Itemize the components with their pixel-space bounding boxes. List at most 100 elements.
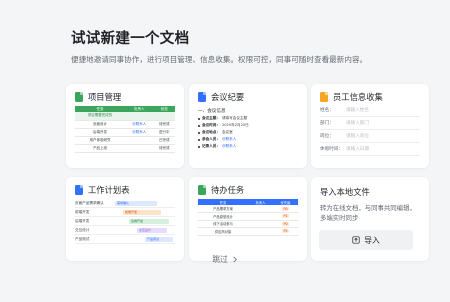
- form-field: 岗位： 请输入岗位: [320, 130, 420, 143]
- table-cell: 产品需求方案: [198, 205, 248, 213]
- table-cell: 待完成: [153, 120, 175, 129]
- table-cell: 后端开发: [75, 128, 125, 137]
- field-placeholder: 请输入部门: [346, 121, 369, 126]
- sheet-icon: [75, 185, 83, 195]
- priority-badge: P0: [281, 221, 290, 226]
- gantt-task: 交互设计: [75, 227, 90, 232]
- table-cell: @联系人: [125, 120, 154, 129]
- gantt-task: 前端开发: [75, 209, 90, 214]
- card-title: 工作计划表: [88, 185, 130, 195]
- chevron-right-icon: [233, 256, 237, 263]
- table-cell: [248, 212, 273, 221]
- import-card: 导入本地文件 转为在线文档，与同事共同编辑，多端实时同步 导入: [311, 177, 429, 261]
- template-card-project[interactable]: 项目管理 任务 负责人 状态 项目需要完成的 页面设计 @联系人 待完成 后端开…: [66, 84, 184, 168]
- card-preview: 页面产品需求确认 需求确认 前端开发 前端开发 后端开发 后端开发 交互设计 交互设计 …: [75, 199, 175, 261]
- gantt-row: 交互设计 交互设计: [75, 226, 175, 235]
- field-label: 部门：: [320, 121, 334, 126]
- gantt-task: 产品测试: [75, 236, 90, 241]
- import-button[interactable]: 导入: [319, 230, 413, 250]
- table-cell: [248, 227, 273, 236]
- form-field: 部门： 请输入部门: [320, 117, 420, 130]
- table-row: 后端开发 @联系人 进行中: [75, 128, 175, 137]
- field-placeholder: 请输入姓名: [346, 108, 369, 113]
- priority-badge: P2: [281, 229, 290, 234]
- gantt-bar: 产品测试: [145, 236, 173, 242]
- table-cell: 已完成: [153, 136, 175, 145]
- table-cell: 项目需要完成的: [75, 112, 125, 121]
- card-preview: 一、会议信息 会议主题： 请填写会议主题 会议时间： 2020年2月20日 会议地点…: [198, 106, 298, 168]
- field-placeholder: 请输入日期: [346, 147, 369, 152]
- gantt-task: 后端开发: [75, 218, 90, 223]
- table-cell: P0: [273, 205, 298, 213]
- doc-icon: [198, 92, 206, 102]
- table-cell: 供应商对接: [198, 227, 248, 236]
- gantt-bar: 交互设计: [137, 227, 167, 233]
- table-cell: 待完成: [153, 144, 175, 153]
- table-row: 供应商对接 P2: [198, 227, 298, 236]
- preview-line: 会议时间： 2020年2月20日: [198, 122, 298, 129]
- table-cell: 页面设计: [75, 120, 125, 129]
- template-card-plan[interactable]: 工作计划表 页面产品需求确认 需求确认 前端开发 前端开发 后端开发 后端开发 交互设…: [66, 177, 184, 261]
- skip-label: 跳过: [212, 255, 228, 264]
- table-row: 项目需要完成的: [75, 112, 175, 121]
- table-cell: @联系人: [125, 128, 154, 137]
- table-row: 页面设计 @联系人 待完成: [75, 120, 175, 129]
- table-cell: 用户体验研究: [75, 136, 125, 145]
- table-cell: P2: [273, 227, 298, 236]
- card-title: 导入本地文件: [320, 187, 370, 197]
- card-title: 项目管理: [88, 92, 122, 102]
- template-card-meeting[interactable]: 会议纪要 一、会议信息 会议主题： 请填写会议主题 会议时间： 2020年2月20日…: [189, 84, 307, 168]
- card-title: 员工信息收集: [333, 92, 383, 102]
- gantt-bar: 前端开发: [123, 209, 161, 215]
- field-label: 休假时间：: [320, 147, 343, 152]
- import-button-label: 导入: [364, 235, 380, 245]
- table-row: 产品上线 待完成: [75, 144, 175, 153]
- gantt-row: 产品测试 产品测试: [75, 235, 175, 244]
- gantt-row: 后端开发 后端开发: [75, 217, 175, 226]
- table-cell: [125, 136, 154, 145]
- template-card-todo[interactable]: 待办任务 任务 负责人 优先级 产品需求方案 P0 产品原型设计 P1 线下活动参与…: [189, 177, 307, 261]
- gantt-row: 页面产品需求确认 需求确认: [75, 199, 175, 208]
- field-placeholder: 请输入岗位: [346, 134, 369, 139]
- priority-badge: P1: [281, 214, 290, 219]
- preview-table: 任务 负责人 状态 项目需要完成的 页面设计 @联系人 待完成 后端开发 @联系…: [75, 106, 175, 153]
- sheet-icon: [198, 185, 206, 195]
- table-cell: 产品原型设计: [198, 212, 248, 221]
- preview-line: 参会人员： @联系人: [198, 136, 298, 143]
- table-cell: [153, 112, 175, 121]
- form-field: 休假时间： 请输入日期: [320, 143, 420, 156]
- card-preview: 姓名： 请输入姓名 部门： 请输入部门 岗位： 请输入岗位 休假时间： 请输入日期: [320, 104, 420, 168]
- preview-heading: 一、会议信息: [198, 108, 226, 114]
- preview-line: 记录人员： @联系人: [198, 143, 298, 150]
- table-cell: 产品上线: [75, 144, 125, 153]
- table-cell: 线下活动参与: [198, 220, 248, 228]
- table-cell: [125, 144, 154, 153]
- form-field: 姓名： 请输入姓名: [320, 104, 420, 117]
- card-title: 会议纪要: [211, 92, 245, 102]
- upload-icon: [352, 236, 360, 244]
- table-cell: P0: [273, 220, 298, 228]
- preview-line: 会议地点： 会议室: [198, 129, 298, 136]
- gantt-bar: 需求确认: [115, 200, 157, 206]
- table-cell: [125, 112, 154, 121]
- priority-badge: P0: [281, 206, 290, 211]
- table-cell: [248, 220, 273, 228]
- table-cell: [248, 205, 273, 213]
- table-row: 用户体验研究 已完成: [75, 136, 175, 145]
- preview-line: 会议主题： 请填写会议主题: [198, 115, 298, 122]
- page-subtitle: 便捷地邀请同事协作，进行项目管理、信息收集。权限可控，同事可随时查看最新内容。: [71, 55, 368, 64]
- preview-table: 任务 负责人 优先级 产品需求方案 P0 产品原型设计 P1 线下活动参与 P0 供应…: [198, 199, 298, 236]
- gantt-task: 页面产品需求确认: [75, 200, 104, 205]
- import-description: 转为在线文档，与同事共同编辑，多端实时同步: [320, 204, 416, 222]
- table-row: 线下活动参与 P0: [198, 220, 298, 228]
- form-icon: [320, 92, 328, 102]
- card-preview: 任务 负责人 优先级 产品需求方案 P0 产品原型设计 P1 线下活动参与 P0 供应…: [198, 199, 298, 261]
- sheet-icon: [75, 92, 83, 102]
- page-title: 试试新建一个文档: [71, 31, 190, 47]
- skip-link[interactable]: 跳过: [0, 254, 450, 265]
- table-cell: 进行中: [153, 128, 175, 137]
- card-preview: 任务 负责人 状态 项目需要完成的 页面设计 @联系人 待完成 后端开发 @联系…: [75, 106, 175, 168]
- table-cell: P1: [273, 212, 298, 221]
- template-card-employee[interactable]: 员工信息收集 姓名： 请输入姓名 部门： 请输入部门 岗位： 请输入岗位 休假时间：请…: [311, 84, 429, 168]
- gantt-row: 前端开发 前端开发: [75, 208, 175, 217]
